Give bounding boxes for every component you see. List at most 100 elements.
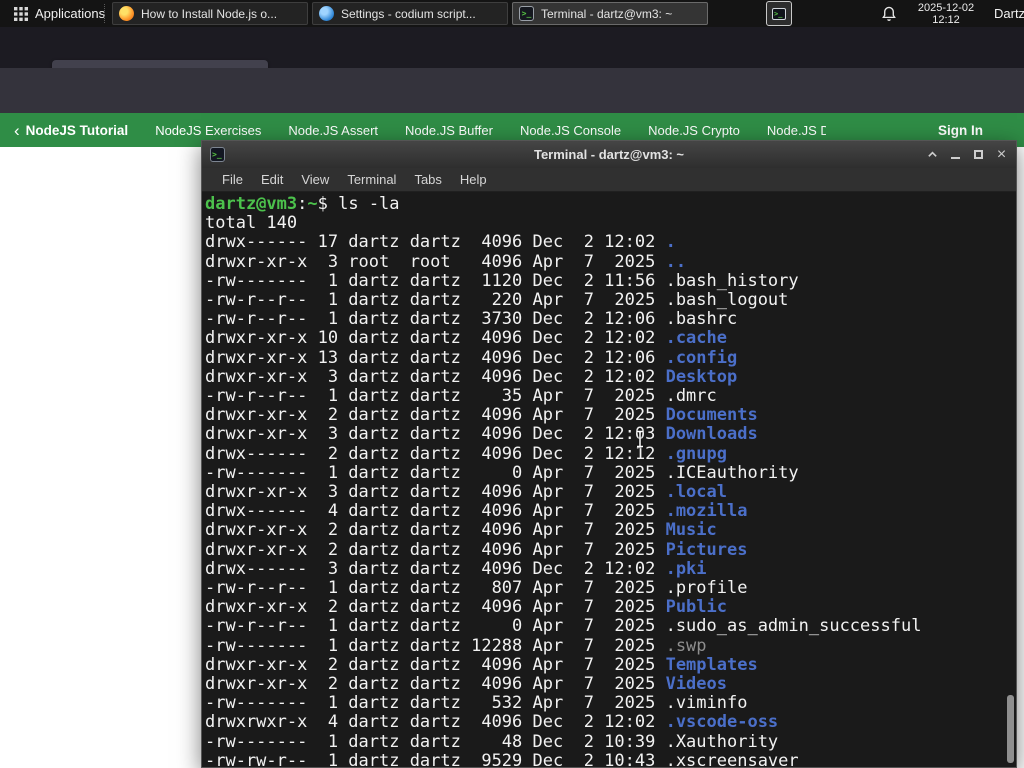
directory-name: .config [665, 347, 738, 368]
terminal-listing-line: drwxrwxr-x 4 dartz dartz 4096 Dec 2 12:0… [205, 713, 1016, 732]
terminal-listing-line: drwxr-xr-x 13 dartz dartz 4096 Dec 2 12:… [205, 347, 1016, 368]
listing-meta: -rw------- 1 dartz dartz 1120 Dec 2 11:5… [205, 270, 666, 291]
listing-meta: -rw-r--r-- 1 dartz dartz 3730 Dec 2 12:0… [205, 309, 666, 330]
terminal-window-controls: × [921, 143, 1013, 166]
terminal-maximize-button[interactable] [967, 143, 990, 166]
directory-name: .local [665, 482, 727, 503]
site-nav-item[interactable]: Node.JS Buffer [405, 123, 493, 138]
terminal-minimize-button[interactable] [944, 143, 967, 166]
terminal-menu-file[interactable]: File [213, 169, 252, 190]
taskbar-button-label: Terminal - dartz@vm3: ~ [541, 6, 673, 21]
taskbar-button[interactable]: Settings - codium script... [312, 2, 508, 25]
terminal-menu-tabs[interactable]: Tabs [405, 169, 450, 190]
listing-meta: -rw------- 1 dartz dartz 532 Apr 7 2025 [205, 693, 666, 714]
top-panel: Applications How to Install Node.js o...… [0, 0, 1024, 27]
listing-meta: drwxr-xr-x 2 dartz dartz 4096 Apr 7 2025 [205, 674, 666, 695]
directory-name: .mozilla [665, 501, 748, 522]
notification-bell-icon[interactable] [880, 5, 898, 23]
directory-name: Videos [665, 674, 727, 695]
listing-meta: drwxr-xr-x 2 dartz dartz 4096 Apr 7 2025 [205, 520, 666, 541]
listing-meta: drwxr-xr-x 2 dartz dartz 4096 Apr 7 2025 [205, 539, 666, 560]
terminal-window-title: Terminal - dartz@vm3: ~ [533, 147, 685, 162]
terminal-listing-line: drwxr-xr-x 10 dartz dartz 4096 Dec 2 12:… [205, 329, 1016, 348]
terminal-listing-line: -rw------- 1 dartz dartz 1120 Dec 2 11:5… [205, 270, 1016, 291]
terminal-listing-line: drwxr-xr-x 2 dartz dartz 4096 Apr 7 2025… [205, 406, 1016, 425]
directory-name: .. [665, 251, 687, 272]
listing-meta: drwxr-xr-x 3 dartz dartz 4096 Dec 2 12:0… [205, 366, 666, 387]
terminal-close-button[interactable]: × [990, 143, 1013, 166]
terminal-shade-button[interactable] [921, 143, 944, 166]
terminal-listing-line: drwxr-xr-x 2 dartz dartz 4096 Apr 7 2025… [205, 674, 1016, 695]
terminal-menu-edit[interactable]: Edit [252, 169, 292, 190]
site-nav-item[interactable]: NodeJS Tutorial [26, 123, 129, 138]
site-nav-item[interactable]: Node.JS DNS [767, 123, 826, 138]
listing-meta: drwx------ 3 dartz dartz 4096 Dec 2 12:0… [205, 558, 666, 579]
terminal-listing-line: drwxr-xr-x 2 dartz dartz 4096 Apr 7 2025… [205, 539, 1016, 560]
terminal-scrollbar-thumb[interactable] [1007, 695, 1014, 763]
firefox-icon [119, 6, 134, 21]
prompt-user-host: dartz@vm3 [205, 194, 298, 214]
panel-clock: 2025-12-02 12:12 [906, 2, 986, 26]
mouse-cursor [634, 430, 646, 448]
terminal-output[interactable]: dartz@vm3:~$ ls -la total 140 drwx------ 1… [202, 192, 1016, 767]
taskbar-button[interactable]: How to Install Node.js o... [112, 2, 308, 25]
total-text: total 140 [205, 213, 298, 234]
directory-name: Downloads [665, 424, 758, 445]
terminal-listing-line: drwxr-xr-x 3 dartz dartz 4096 Apr 7 2025… [205, 482, 1016, 503]
directory-name: .pki [665, 558, 707, 579]
listing-meta: drwxr-xr-x 3 root root 4096 Apr 7 2025 [205, 251, 666, 272]
site-nav-item[interactable]: Node.JS Assert [288, 123, 378, 138]
directory-name: .gnupg [665, 443, 727, 464]
desktop: Applications How to Install Node.js o...… [0, 0, 1024, 768]
terminal-listing-line: drwxr-xr-x 2 dartz dartz 4096 Apr 7 2025… [205, 654, 1016, 675]
file-name: .bash_history [665, 270, 799, 291]
terminal-menu-help[interactable]: Help [451, 169, 496, 190]
directory-name: .vscode-oss [665, 712, 779, 733]
site-nav-item[interactable]: Node.JS Console [520, 123, 621, 138]
file-name: .sudo_as_admin_successful [665, 616, 922, 637]
command-text: ls -la [338, 194, 400, 214]
file-name: .xscreensaver [665, 750, 799, 767]
site-nav-item[interactable]: Node.JS Crypto [648, 123, 740, 138]
applications-grid-icon [14, 6, 28, 21]
terminal-titlebar[interactable]: >_ Terminal - dartz@vm3: ~ × [202, 141, 1016, 168]
terminal-listing-line: -rw-r--r-- 1 dartz dartz 0 Apr 7 2025 .s… [205, 617, 1016, 636]
applications-menu-button[interactable]: Applications [6, 0, 113, 27]
directory-name: Music [665, 520, 717, 541]
terminal-listing-line: drwxr-xr-x 3 dartz dartz 4096 Dec 2 12:0… [205, 366, 1016, 387]
listing-meta: -rw-rw-r-- 1 dartz dartz 9529 Dec 2 10:4… [205, 750, 666, 767]
listing-meta: drwx------ 2 dartz dartz 4096 Dec 2 12:1… [205, 443, 666, 464]
listing-meta: drwxrwxr-x 4 dartz dartz 4096 Dec 2 12:0… [205, 712, 666, 733]
taskbar-button-label: How to Install Node.js o... [141, 6, 278, 21]
directory-name: . [665, 232, 676, 253]
terminal-listing-line: drwx------ 17 dartz dartz 4096 Dec 2 12:… [205, 233, 1016, 252]
terminal-listing-line: -rw-r--r-- 1 dartz dartz 3730 Dec 2 12:0… [205, 310, 1016, 329]
listing-meta: drwxr-xr-x 13 dartz dartz 4096 Dec 2 12:… [205, 347, 666, 368]
directory-name: .cache [665, 328, 727, 349]
terminal-window: >_ Terminal - dartz@vm3: ~ × File Edit Vie… [201, 140, 1017, 768]
browser-tab-bar: How to Install Node.js on... × + × [0, 27, 1024, 91]
file-name: .ICEauthority [665, 462, 799, 483]
site-nav-item[interactable]: NodeJS Exercises [155, 123, 261, 138]
terminal-listing-line: -rw-rw-r-- 1 dartz dartz 9529 Dec 2 10:4… [205, 750, 1016, 767]
terminal-listing-line: drwx------ 2 dartz dartz 4096 Dec 2 12:1… [205, 443, 1016, 464]
listing-meta: drwxr-xr-x 3 dartz dartz 4096 Dec 2 12:0… [205, 424, 666, 445]
tray-terminal-icon[interactable]: >_ [766, 1, 792, 26]
taskbar-button[interactable]: >_ Terminal - dartz@vm3: ~ [512, 2, 708, 25]
terminal-menu-terminal[interactable]: Terminal [338, 169, 405, 190]
taskbar-button-label: Settings - codium script... [341, 6, 476, 21]
terminal-listing-line: -rw------- 1 dartz dartz 0 Apr 7 2025 .I… [205, 462, 1016, 483]
listing-meta: drwxr-xr-x 10 dartz dartz 4096 Dec 2 12:… [205, 328, 666, 349]
directory-name: Documents [665, 405, 758, 426]
chevron-left-icon[interactable]: ‹ [14, 122, 20, 139]
listing-meta: -rw------- 1 dartz dartz 12288 Apr 7 202… [205, 635, 666, 656]
file-name: .profile [665, 578, 748, 599]
file-name: .bash_logout [665, 290, 789, 311]
file-name: .bashrc [665, 309, 738, 330]
file-name: .viminfo [665, 693, 748, 714]
listing-meta: drwx------ 4 dartz dartz 4096 Apr 7 2025 [205, 501, 666, 522]
listing-meta: drwxr-xr-x 2 dartz dartz 4096 Apr 7 2025 [205, 654, 666, 675]
terminal-menu-view[interactable]: View [292, 169, 338, 190]
terminal-listing-line: -rw-r--r-- 1 dartz dartz 807 Apr 7 2025 … [205, 578, 1016, 599]
directory-name: Templates [665, 654, 758, 675]
